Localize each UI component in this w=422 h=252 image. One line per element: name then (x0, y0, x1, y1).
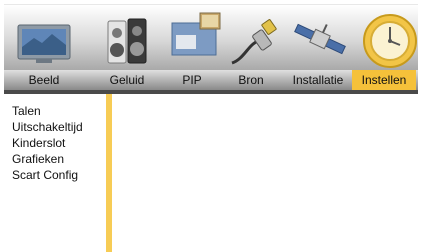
speaker-icon[interactable] (102, 5, 152, 71)
menu-item-scart-config[interactable]: Scart Config (12, 168, 78, 182)
tab-geluid[interactable]: Geluid (100, 70, 154, 90)
submenu-list: Talen Uitschakeltijd Kinderslot Grafieke… (4, 94, 106, 252)
tab-instellen[interactable]: Instellen (352, 70, 416, 90)
menu-item-uitschakeltijd[interactable]: Uitschakeltijd (12, 120, 83, 134)
tv-settings-menu: Beeld Geluid PIP Bron Installatie Instel… (0, 0, 422, 252)
menu-item-talen[interactable]: Talen (12, 104, 41, 118)
tab-beeld[interactable]: Beeld (4, 70, 84, 90)
submenu-accent-bar (106, 94, 112, 252)
menu-item-kinderslot[interactable]: Kinderslot (12, 136, 65, 150)
tab-pip[interactable]: PIP (172, 70, 212, 90)
tv-icon[interactable] (12, 5, 76, 71)
tab-bron[interactable]: Bron (228, 70, 274, 90)
clock-gear-icon[interactable] (358, 5, 418, 71)
cable-plug-icon[interactable] (228, 5, 284, 71)
menu-tab-bar: Beeld Geluid PIP Bron Installatie Instel… (4, 70, 418, 90)
tab-installatie[interactable]: Installatie (285, 70, 351, 90)
menu-item-grafieken[interactable]: Grafieken (12, 152, 64, 166)
satellite-icon[interactable] (290, 5, 350, 71)
menu-icon-strip (4, 4, 418, 70)
pip-icon[interactable] (166, 5, 226, 71)
